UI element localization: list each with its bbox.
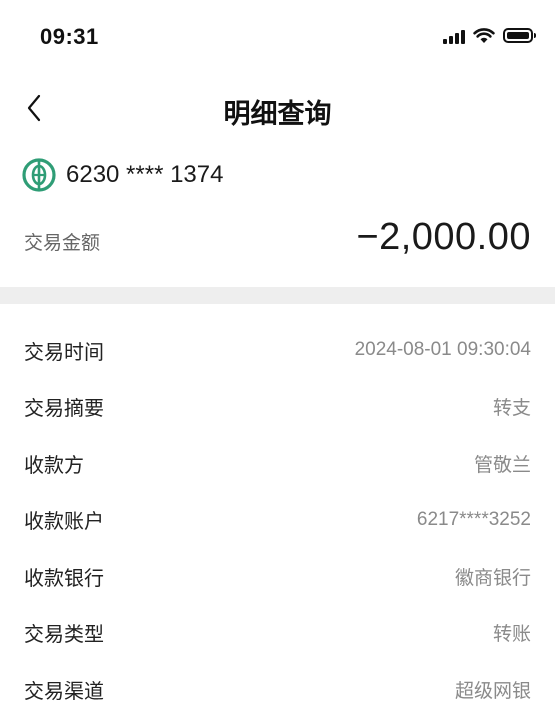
detail-value: 6217****3252 bbox=[416, 508, 531, 530]
detail-label: 交易时间 bbox=[24, 341, 104, 364]
detail-row-payee: 收款方 管敬兰 bbox=[24, 435, 531, 492]
detail-list: 交易时间 2024-08-01 09:30:04 交易摘要 转支 收款方 管敬兰… bbox=[24, 322, 531, 718]
battery-icon bbox=[503, 28, 536, 43]
detail-value: 管敬兰 bbox=[473, 454, 531, 476]
detail-value: 超级网银 bbox=[454, 680, 531, 702]
amount-label: 交易金额 bbox=[24, 233, 101, 254]
account-row: 6230 **** 1374 bbox=[22, 158, 223, 192]
status-bar: 09:31 bbox=[0, 0, 555, 70]
detail-value: 徽商银行 bbox=[454, 567, 531, 589]
status-icons bbox=[443, 27, 536, 44]
account-number: 6230 **** 1374 bbox=[66, 161, 224, 188]
detail-value: 2024-08-01 09:30:04 bbox=[354, 339, 531, 361]
detail-label: 交易渠道 bbox=[24, 680, 104, 703]
detail-label: 收款银行 bbox=[24, 567, 104, 590]
page-title: 明细查询 bbox=[223, 99, 332, 129]
detail-label: 交易摘要 bbox=[24, 398, 104, 421]
detail-row-payee-account: 收款账户 6217****3252 bbox=[24, 492, 531, 549]
wifi-icon bbox=[473, 28, 495, 43]
detail-label: 收款方 bbox=[24, 454, 84, 477]
section-divider bbox=[0, 287, 555, 304]
detail-value: 转支 bbox=[492, 398, 531, 420]
detail-row-payee-bank: 收款银行 徽商银行 bbox=[24, 548, 531, 605]
detail-row-channel: 交易渠道 超级网银 bbox=[24, 661, 531, 718]
detail-value: 转账 bbox=[492, 624, 531, 646]
status-time: 09:31 bbox=[40, 24, 99, 49]
bank-logo-icon bbox=[22, 158, 56, 192]
amount-row: 交易金额 −2,000.00 bbox=[24, 212, 531, 268]
signal-icon bbox=[443, 28, 465, 44]
detail-row-type: 交易类型 转账 bbox=[24, 605, 531, 662]
detail-row-summary: 交易摘要 转支 bbox=[24, 379, 531, 436]
amount-value: −2,000.00 bbox=[356, 216, 531, 258]
detail-row-time: 交易时间 2024-08-01 09:30:04 bbox=[24, 322, 531, 379]
detail-label: 收款账户 bbox=[24, 511, 104, 534]
detail-label: 交易类型 bbox=[24, 624, 104, 647]
nav-bar: 明细查询 bbox=[0, 80, 555, 136]
